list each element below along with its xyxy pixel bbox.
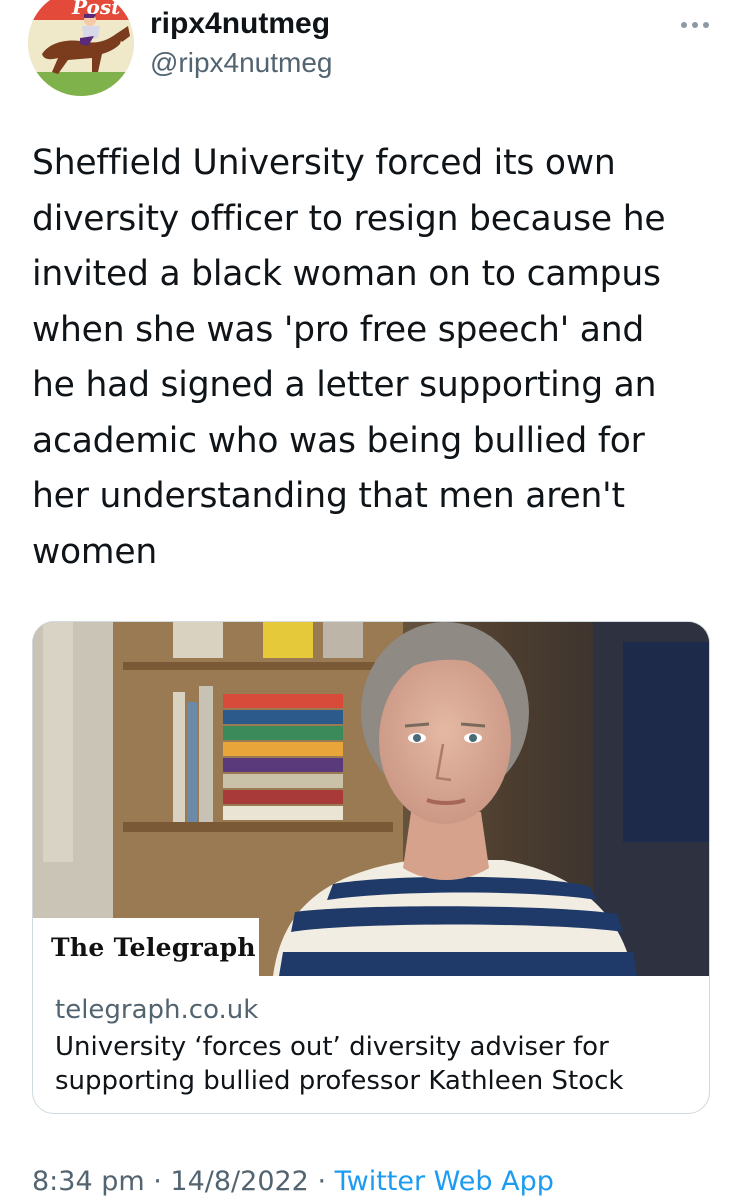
more-dots-icon (692, 22, 698, 28)
card-domain: telegraph.co.uk (55, 995, 259, 1025)
tweet-time[interactable]: 8:34 pm (32, 1166, 145, 1197)
card-title-line: University ‘forces out’ diversity advise… (55, 1032, 609, 1062)
user-info[interactable]: ripx4nutmeg @ripx4nutmeg (150, 6, 333, 80)
card-title[interactable]: University ‘forces out’ diversity advise… (55, 1030, 687, 1098)
user-handle[interactable]: @ripx4nutmeg (150, 46, 333, 80)
card-title-line: supporting bullied professor Kathleen St… (55, 1066, 624, 1096)
racehorse-jockey-avatar-icon: Post (28, 0, 134, 96)
card-image[interactable]: The Telegraph (33, 622, 709, 976)
tweet: Post ripx4nutmeg @ripx4nutmeg Sheffield … (0, 0, 743, 1200)
tweet-text: Sheffield University forced its own dive… (32, 143, 666, 572)
tweet-footer: 8:34 pm · 14/8/2022 · Twitter Web App (32, 1164, 554, 1200)
more-dots-icon (703, 22, 709, 28)
tweet-source-link[interactable]: Twitter Web App (335, 1166, 554, 1197)
avatar-logo-text: Post (71, 0, 121, 19)
tweet-date[interactable]: 14/8/2022 (170, 1166, 308, 1197)
avatar[interactable]: Post (28, 0, 134, 96)
more-dots-icon (681, 22, 687, 28)
link-card[interactable]: The Telegraph telegraph.co.uk University… (32, 621, 710, 1114)
footer-separator: · (308, 1166, 335, 1197)
publisher-logo: The Telegraph (33, 918, 259, 976)
card-meta[interactable]: telegraph.co.uk University ‘forces out’ … (33, 976, 709, 1098)
display-name[interactable]: ripx4nutmeg (150, 6, 333, 42)
more-options-button[interactable] (675, 10, 715, 40)
footer-separator: · (144, 1166, 171, 1197)
